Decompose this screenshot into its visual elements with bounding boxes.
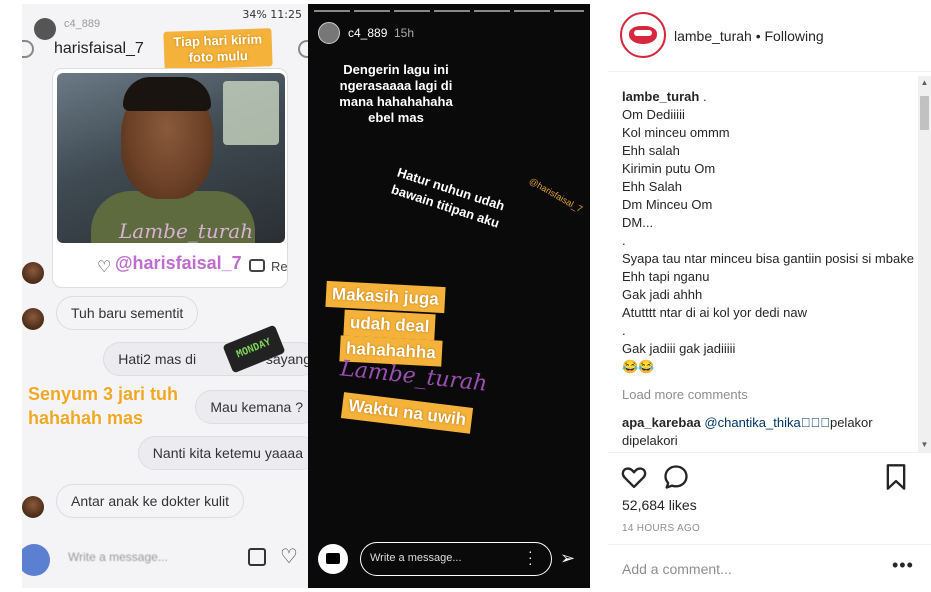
caption-line: Gak jadiii gak jadiiiii <box>622 341 736 356</box>
follow-status[interactable]: • Following <box>756 28 824 44</box>
caption-line: Kol minceu ommm <box>622 125 730 140</box>
heart-icon[interactable] <box>620 463 648 491</box>
avatar <box>22 308 44 330</box>
post-time: 14 HOURS AGO <box>622 523 701 534</box>
story-reply-placeholder: Write a message... <box>370 552 462 564</box>
camera-icon <box>22 544 50 576</box>
message-bubble: Mau kemana ? <box>195 390 308 424</box>
add-comment-row: Add a comment... ••• <box>608 544 931 592</box>
story-tag: @harisfaisal_7 <box>527 175 585 215</box>
logo-teeth <box>634 30 652 36</box>
more-options-icon[interactable]: ••• <box>892 555 914 576</box>
scroll-up-arrow-icon[interactable]: ▲ <box>918 76 931 90</box>
post-header: lambe_turah • Following <box>608 0 931 72</box>
comment-row: apa_karebaa @chantika_thika🏻🏻🏻pelakor di… <box>622 414 920 450</box>
message-placeholder: Write a message... <box>68 550 168 564</box>
post-actions: 52,684 likes 14 HOURS AGO <box>608 452 931 542</box>
caption-first-line: lambe_turah . <box>622 88 920 106</box>
story-progress-segment <box>314 10 350 12</box>
likes-count[interactable]: 52,684 likes <box>622 497 697 513</box>
username-link[interactable]: lambe_turah <box>674 28 752 44</box>
caption-line: Gak jadi ahhh <box>622 287 703 302</box>
caption-line: Dm Minceu Om <box>622 197 713 212</box>
sticker-top: Tiap hari kirim foto mulu <box>163 28 273 70</box>
scroll-down-arrow-icon[interactable]: ▼ <box>918 438 931 452</box>
scroll-thumb[interactable] <box>920 96 929 130</box>
caption-line: . <box>702 89 707 104</box>
caption-author[interactable]: lambe_turah <box>622 89 699 104</box>
comment-mention[interactable]: @chantika_thika <box>704 415 830 430</box>
avatar <box>22 262 44 284</box>
caption-line: Om Dediiiii <box>622 107 685 122</box>
story-progress-segment <box>354 10 390 12</box>
camera-lens <box>326 553 340 564</box>
heart-icon: ♡ <box>280 546 298 568</box>
story-progress-segment <box>434 10 470 12</box>
sticker-senyum: Senyum 3 jari tuh hahahah mas <box>28 384 179 428</box>
reply-label: Reply <box>271 259 288 274</box>
shared-photo-card: Lambe_turah ♡ @harisfaisal_7 Reply <box>52 68 288 288</box>
caption-line: Kirimin putu Om <box>622 161 716 176</box>
story-highlight: Makasih juga <box>325 280 446 314</box>
caption-line: Ehh salah <box>622 143 680 158</box>
heart-icon: ♡ <box>97 259 112 276</box>
chat-name: harisfaisal_7 <box>54 40 144 57</box>
load-more-comments[interactable]: Load more comments <box>622 386 920 404</box>
top-avatar <box>34 18 56 40</box>
avatar[interactable] <box>620 12 666 58</box>
message-bubble: Tuh baru sementit <box>56 296 199 330</box>
more-icon: · · · <box>528 543 533 571</box>
avatar <box>22 496 44 518</box>
post-sidebar: lambe_turah • Following lambe_turah . Om… <box>608 0 931 592</box>
chat-screenshot-image: 34% 11:25 c4_889 harisfaisal_7 Tiap hari… <box>22 4 308 588</box>
caption-line: . <box>622 323 626 338</box>
instagram-post-window: 34% 11:25 c4_889 harisfaisal_7 Tiap hari… <box>0 0 931 592</box>
message-bubble: Nanti kita ketemu yaaaa <box>137 436 308 470</box>
add-comment-input[interactable]: Add a comment... <box>622 561 732 577</box>
status-bar: 34% 11:25 <box>242 8 302 21</box>
story-screenshot-image: c4_889 15h Dengerin lagu ini ngerasaaaa … <box>308 4 590 588</box>
selfie-photo <box>57 73 285 243</box>
caption-line: Ehh tapi nganu <box>622 269 710 284</box>
comments-list: lambe_turah . Om Dediiiii Kol minceu omm… <box>622 88 920 450</box>
story-avatar <box>318 22 340 44</box>
story-time: 15h <box>394 26 415 40</box>
caption-line: Atutttt ntar di ai kol yor dedi naw <box>622 305 807 320</box>
chat-input-row: Write a message... ♡ <box>22 536 308 582</box>
message-bubble: Antar anak ke dokter kulit <box>56 484 244 518</box>
comment-icon[interactable] <box>662 463 690 491</box>
story-text: Hatur nuhun udah bawain titipan aku <box>389 164 507 231</box>
story-text: Dengerin lagu ini ngerasaaaa lagi di man… <box>339 62 453 125</box>
watermark: Lambe_turah <box>119 219 254 243</box>
story-username: c4_889 <box>348 26 388 40</box>
story-progress-segment <box>514 10 550 12</box>
send-icon: ➢ <box>560 548 576 568</box>
caption-line: Syapa tau ntar minceu bisa gantiin posis… <box>622 251 914 266</box>
comments-scrollbar[interactable]: ▲ ▼ <box>918 76 931 452</box>
camera-icon <box>249 259 265 272</box>
caption-line: . <box>622 233 626 248</box>
message-text: Hati2 mas di <box>118 351 197 367</box>
bookmark-icon[interactable] <box>884 463 908 491</box>
post-username[interactable]: lambe_turah • Following <box>674 28 824 44</box>
story-progress-segment <box>394 10 430 12</box>
caption-line: DM... <box>622 215 654 230</box>
mention-label: @harisfaisal_7 <box>115 253 242 273</box>
back-arrow-icon <box>22 40 34 58</box>
hair <box>123 77 211 111</box>
caption-line: 😂😂 <box>622 359 655 374</box>
caption-line: Ehh Salah <box>622 179 682 194</box>
top-username: c4_889 <box>64 18 101 30</box>
story-progress-segment <box>474 10 510 12</box>
story-progress-segment <box>554 10 584 12</box>
info-icon <box>298 40 308 58</box>
comment-author[interactable]: apa_karebaa <box>622 415 701 430</box>
car-window <box>223 81 279 145</box>
gallery-icon <box>248 548 266 566</box>
story-reply-row: Write a message... · · · ➢ <box>308 536 590 582</box>
story-highlight: Waktu na uwih <box>340 392 474 434</box>
